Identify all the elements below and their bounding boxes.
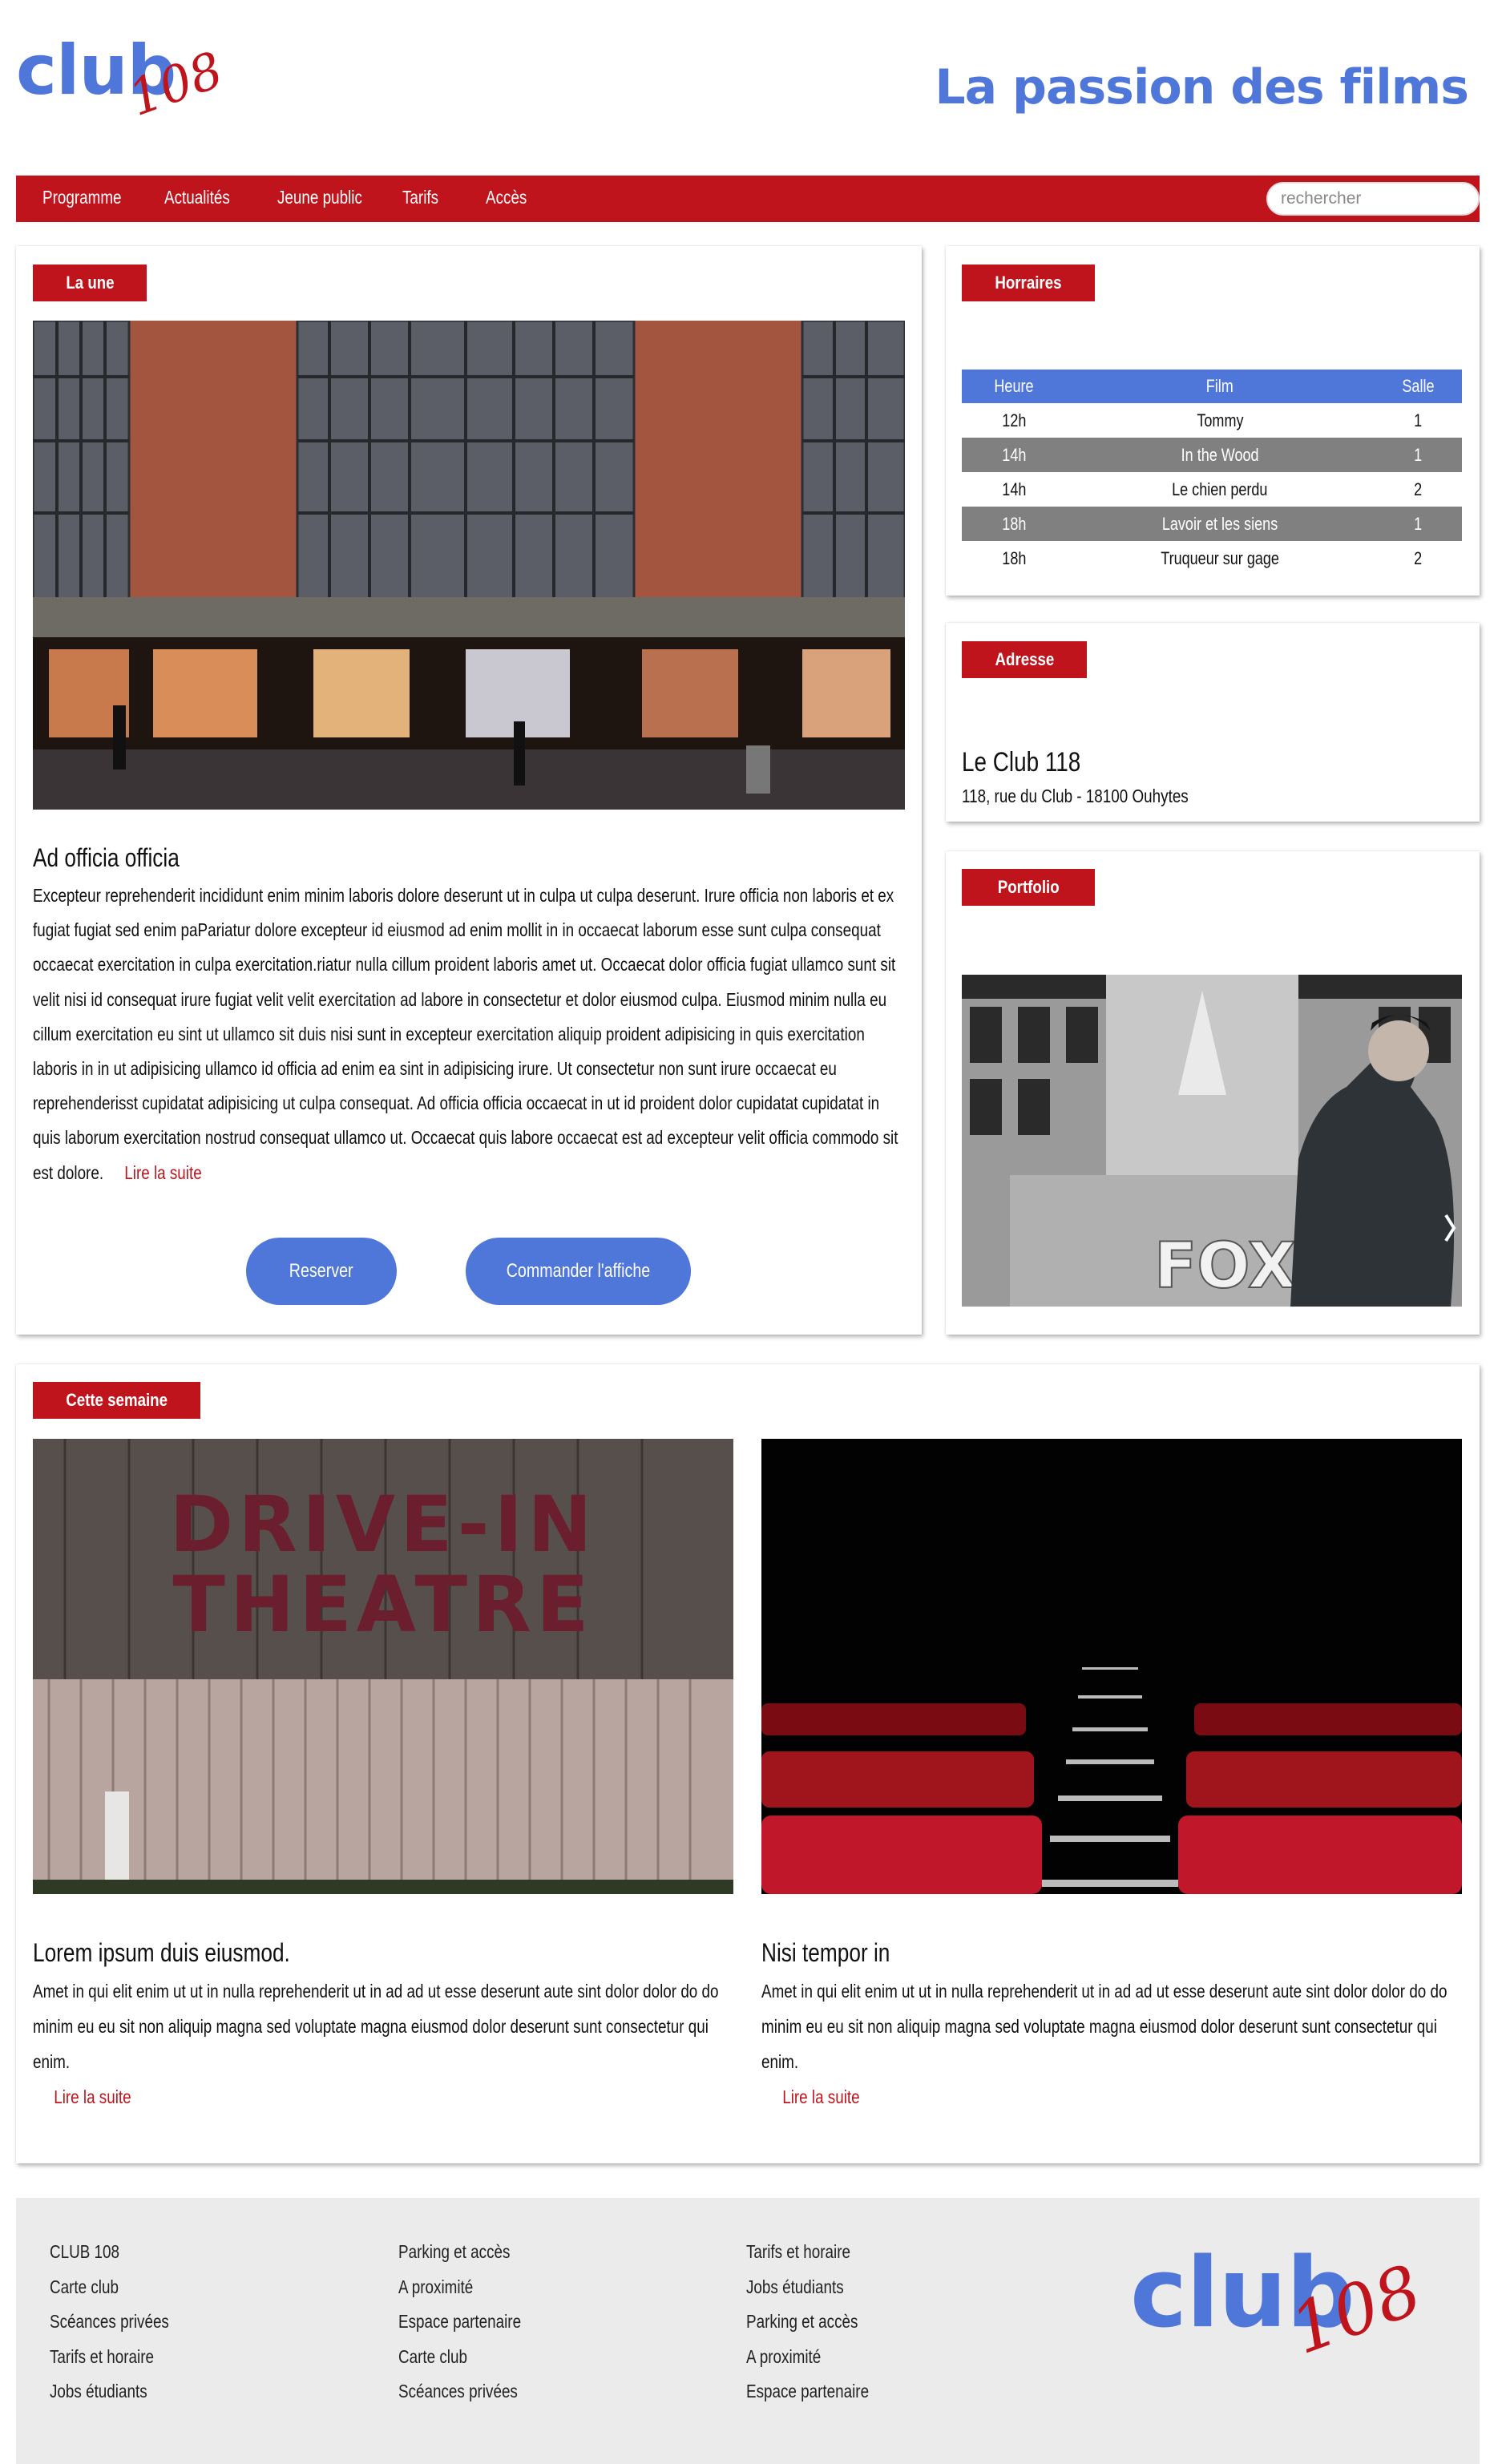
nav-item-jeune-public[interactable]: Jeune public <box>277 187 362 208</box>
la-une-badge: La une <box>33 265 147 301</box>
footer-col-1: CLUB 108 Carte club Scéances privées Tar… <box>50 2235 196 2409</box>
address-name: Le Club 118 <box>962 747 1081 778</box>
col-film: Film <box>1066 370 1374 403</box>
adresse-badge: Adresse <box>962 641 1087 678</box>
header-logo[interactable]: club 108 <box>16 24 230 136</box>
footer-link[interactable]: Tarifs et horaire <box>746 2235 869 2270</box>
footer-link[interactable]: Carte club <box>398 2340 521 2375</box>
footer-link[interactable]: CLUB 108 <box>50 2235 169 2270</box>
footer-link[interactable]: Parking et accès <box>398 2235 521 2270</box>
nav-item-acces[interactable]: Accès <box>486 187 527 208</box>
footer-logo[interactable]: club 108 <box>1130 2222 1451 2382</box>
portfolio-image[interactable]: FOX <box>962 975 1462 1307</box>
drive-in-sign-text: DRIVE-IN <box>169 1480 596 1569</box>
footer-link[interactable]: Scéances privées <box>50 2304 169 2340</box>
fox-sign-text: FOX <box>1154 1230 1296 1303</box>
article-body: Excepteur reprehenderit incididunt enim … <box>33 879 907 1190</box>
col-salle: Salle <box>1374 370 1462 403</box>
footer-link[interactable]: Jobs étudiants <box>746 2270 869 2305</box>
reserve-button[interactable]: Reserver <box>246 1238 397 1305</box>
article-title: Ad officia officia <box>33 843 180 872</box>
address-line: 118, rue du Club - 18100 Ouhytes <box>962 786 1189 806</box>
week-card-2-text: Amet in qui elit enim ut ut in nulla rep… <box>761 1981 1447 2072</box>
footer-col-2: Parking et accès A proximité Espace part… <box>398 2235 548 2409</box>
search-input[interactable] <box>1268 184 1478 214</box>
week-card-2-body: Amet in qui elit enim ut ut in nulla rep… <box>761 1973 1458 2115</box>
week-card-2-read-more[interactable]: Lire la suite <box>782 2086 859 2107</box>
schedule-header-row: Heure Film Salle <box>962 370 1462 403</box>
portfolio-badge: Portfolio <box>962 869 1095 906</box>
article-text: Excepteur reprehenderit incididunt enim … <box>33 885 898 1183</box>
footer-link[interactable]: A proximité <box>398 2270 521 2305</box>
footer-link[interactable]: Parking et accès <box>746 2304 869 2340</box>
week-card-1-read-more[interactable]: Lire la suite <box>54 2086 131 2107</box>
col-heure: Heure <box>962 370 1066 403</box>
main-nav: Programme Actualités Jeune public Tarifs… <box>16 176 1480 222</box>
week-card-1-body: Amet in qui elit enim ut ut in nulla rep… <box>33 1973 729 2115</box>
featured-image[interactable] <box>33 321 905 810</box>
week-card-1-text: Amet in qui elit enim ut ut in nulla rep… <box>33 1981 719 2072</box>
footer-link[interactable]: A proximité <box>746 2340 869 2375</box>
tagline: La passion des films <box>935 59 1469 115</box>
schedule-row[interactable]: 14h In the Wood 1 <box>962 438 1462 472</box>
drive-in-image[interactable]: DRIVE-IN THEATRE <box>33 1439 733 1894</box>
nav-item-actualites[interactable]: Actualités <box>164 187 230 208</box>
nav-item-tarifs[interactable]: Tarifs <box>402 187 438 208</box>
footer: CLUB 108 Carte club Scéances privées Tar… <box>16 2198 1480 2464</box>
theatre-sign-text: THEATRE <box>172 1560 593 1650</box>
cinema-seats-image[interactable] <box>761 1439 1462 1894</box>
week-card-1-title: Lorem ipsum duis eiusmod. <box>33 1938 290 1967</box>
footer-link[interactable]: Carte club <box>50 2270 169 2305</box>
horaires-badge: Horraires <box>962 265 1095 301</box>
footer-link[interactable]: Jobs étudiants <box>50 2374 169 2409</box>
cette-semaine-badge: Cette semaine <box>33 1382 200 1419</box>
footer-link[interactable]: Espace partenaire <box>746 2374 869 2409</box>
schedule-row[interactable]: 18h Lavoir et les siens 1 <box>962 507 1462 541</box>
read-more-link[interactable]: Lire la suite <box>124 1162 201 1183</box>
search-box <box>1266 182 1480 216</box>
nav-item-programme[interactable]: Programme <box>42 187 122 208</box>
schedule-row[interactable]: 14h Le chien perdu 2 <box>962 472 1462 507</box>
schedule-row[interactable]: 18h Truqueur sur gage 2 <box>962 541 1462 576</box>
footer-col-3: Tarifs et horaire Jobs étudiants Parking… <box>746 2235 896 2409</box>
footer-link[interactable]: Tarifs et horaire <box>50 2340 169 2375</box>
week-card-2-title: Nisi tempor in <box>761 1938 890 1967</box>
order-poster-button[interactable]: Commander l'affiche <box>466 1238 691 1305</box>
schedule-table: Heure Film Salle 12h Tommy 1 14h In the Woo… <box>962 370 1462 576</box>
footer-link[interactable]: Espace partenaire <box>398 2304 521 2340</box>
schedule-row[interactable]: 12h Tommy 1 <box>962 403 1462 438</box>
footer-link[interactable]: Scéances privées <box>398 2374 521 2409</box>
